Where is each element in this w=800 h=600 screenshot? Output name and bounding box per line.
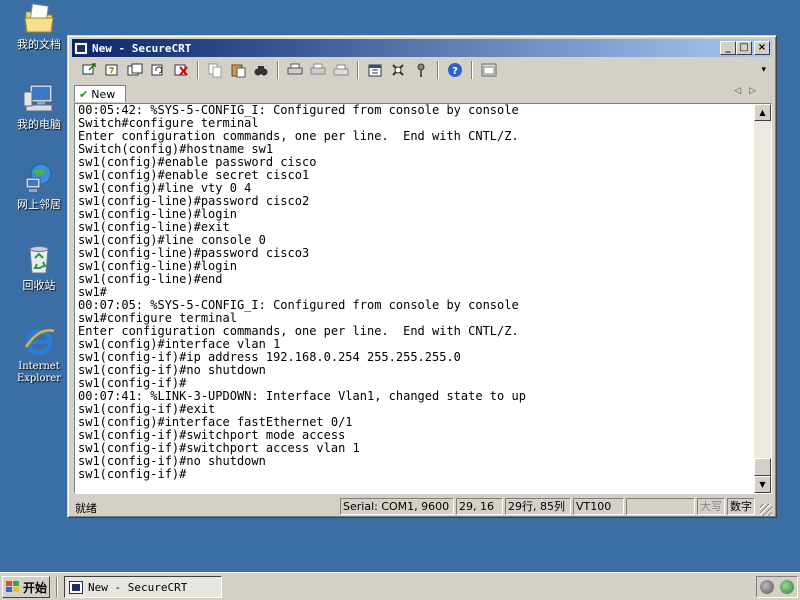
status-ready: 就绪 [75, 502, 97, 515]
status-terminal-type: VT100 [573, 498, 624, 515]
copy-button[interactable] [204, 60, 226, 80]
terminal-line: sw1(config-if)# [78, 467, 187, 481]
taskbar-separator [56, 577, 58, 597]
close-icon: × [757, 42, 767, 53]
status-cursor-position: 29, 16 [456, 498, 503, 515]
session-tab-bar: ✔ New ◁▷ [72, 84, 772, 102]
connect-tab-button[interactable] [124, 60, 146, 80]
tab-scroll-arrows[interactable]: ◁▷ [734, 86, 764, 96]
terminal-output[interactable]: 00:05:42: %SYS-5-CONFIG_I: Configured fr… [74, 103, 772, 494]
global-options-icon [392, 64, 404, 76]
desktop-icon-label: Internet Explorer [16, 361, 62, 384]
status-blank [626, 498, 695, 515]
resize-grip[interactable] [760, 504, 772, 516]
keymap-icon [417, 63, 425, 77]
network-status-icon[interactable] [760, 580, 774, 594]
toolbar-separator [471, 61, 473, 79]
close-button[interactable]: × [754, 41, 770, 55]
maximize-icon: □ [739, 42, 749, 53]
volume-icon[interactable] [780, 580, 794, 594]
keymap-button[interactable] [410, 60, 432, 80]
my-computer-icon [22, 82, 56, 114]
recycle-bin-icon [22, 243, 56, 275]
connect-button[interactable] [78, 60, 100, 80]
desktop-icon-my-computer[interactable]: 我的电脑 [3, 82, 75, 131]
desktop-icon-recycle-bin[interactable]: 回收站 [3, 243, 75, 292]
global-options-button[interactable] [387, 60, 409, 80]
desktop-icon-label: 我的文档 [17, 38, 61, 51]
reconnect-button[interactable] [147, 60, 169, 80]
tab-session-new[interactable]: ✔ New [74, 85, 126, 102]
print-selection-button[interactable] [307, 60, 329, 80]
find-button[interactable] [250, 60, 272, 80]
print-icon [287, 63, 303, 75]
taskbar-item-securecrt[interactable]: New - SecureCRT [64, 576, 222, 598]
terminal-line: sw1(config-line)#end [78, 272, 223, 286]
windows-logo-icon [6, 581, 20, 593]
securecrt-window: New - SecureCRT _ □ × ? ▾ ✔ New ◁▷ 00:05… [67, 35, 777, 518]
securecrt-task-icon [69, 580, 83, 594]
print-button[interactable] [284, 60, 306, 80]
window-title: New - SecureCRT [92, 41, 192, 55]
maximize-button[interactable]: □ [736, 41, 752, 55]
desktop-icon-label: 我的电脑 [17, 118, 61, 131]
session-options-icon [368, 64, 382, 77]
help-button[interactable]: ? [444, 60, 466, 80]
scroll-down-button[interactable]: ▼ [754, 476, 771, 493]
copy-icon [208, 63, 222, 78]
print-setup-icon [333, 64, 349, 76]
my-documents-icon [22, 2, 56, 34]
internet-explorer-icon [22, 325, 56, 357]
desktop-icon-label: 网上邻居 [17, 198, 61, 211]
scroll-thumb[interactable] [754, 458, 771, 476]
sftp-icon [481, 63, 497, 77]
minimize-icon: _ [725, 42, 731, 53]
svg-text:?: ? [452, 66, 458, 77]
status-num-lock: 数字 [727, 498, 755, 515]
securecrt-app-icon[interactable] [74, 41, 88, 55]
tab-label: New [91, 87, 116, 101]
network-places-icon [22, 162, 56, 194]
session-options-button[interactable] [364, 60, 386, 80]
status-bar: 就绪 Serial: COM1, 9600 29, 16 29行, 85列 VT… [72, 497, 772, 516]
start-label: 开始 [23, 580, 48, 595]
toolbar: ? ▾ [78, 59, 768, 81]
desktop-icon-label: 回收站 [22, 279, 56, 292]
quick-connect-icon [105, 64, 118, 76]
paste-icon [231, 64, 246, 78]
toolbar-separator [277, 61, 279, 79]
desktop-icon-my-documents[interactable]: 我的文档 [3, 2, 75, 51]
title-bar[interactable]: New - SecureCRT _ □ × [72, 39, 772, 57]
disconnect-button[interactable] [170, 60, 192, 80]
connect-tab-icon [127, 63, 143, 76]
toolbar-separator [197, 61, 199, 79]
system-tray [756, 576, 798, 598]
taskbar: 开始 New - SecureCRT [0, 572, 800, 600]
terminal-text: 00:05:42: %SYS-5-CONFIG_I: Configured fr… [78, 104, 754, 481]
sftp-button[interactable] [478, 60, 500, 80]
status-serial: Serial: COM1, 9600 [340, 498, 454, 515]
toolbar-separator [437, 61, 439, 79]
vertical-scrollbar[interactable]: ▲ ▼ [754, 104, 771, 493]
print-setup-button[interactable] [330, 60, 352, 80]
minimize-button[interactable]: _ [720, 41, 736, 55]
status-rows-cols: 29行, 85列 [505, 498, 571, 515]
toolbar-overflow-icon[interactable]: ▾ [761, 65, 766, 75]
desktop-icon-network-places[interactable]: 网上邻居 [3, 162, 75, 211]
disconnect-icon [174, 64, 188, 76]
start-button[interactable]: 开始 [2, 576, 50, 598]
quick-connect-button[interactable] [101, 60, 123, 80]
help-icon: ? [448, 63, 462, 77]
taskbar-item-label: New - SecureCRT [88, 580, 188, 594]
scroll-up-button[interactable]: ▲ [754, 104, 771, 121]
connect-icon [82, 63, 96, 75]
toolbar-separator [357, 61, 359, 79]
print-selection-icon [310, 63, 326, 75]
desktop-icon-internet-explorer[interactable]: Internet Explorer [3, 325, 75, 385]
reconnect-icon [151, 64, 163, 76]
paste-button[interactable] [227, 60, 249, 80]
status-caps-lock: 大写 [697, 498, 725, 515]
connected-check-icon: ✔ [79, 87, 89, 101]
find-icon [254, 66, 268, 76]
